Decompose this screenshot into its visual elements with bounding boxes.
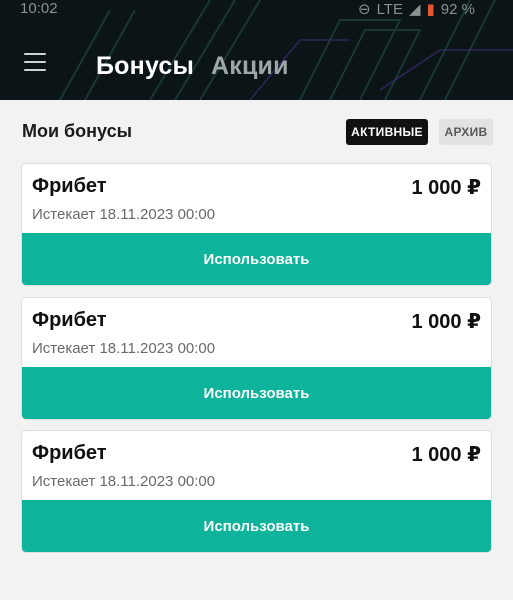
filter-active-button[interactable]: АКТИВНЫЕ [346, 119, 428, 145]
bonus-expiry: Истекает 18.11.2023 00:00 [32, 473, 216, 490]
status-time: 10:02 [20, 0, 58, 17]
dnd-icon: ⊖ [358, 1, 371, 18]
bonus-card: Фрибет 1 000 ₽ Истекает 18.11.2023 00:00… [21, 430, 492, 553]
bonus-amount: 1 000 ₽ [411, 177, 481, 199]
app-header: 10:02 ⊖ LTE ◢ ▮ 92 % Бонусы Акции [0, 0, 513, 100]
bonus-title: Фрибет [32, 175, 107, 197]
hamburger-menu-icon[interactable] [24, 53, 46, 73]
battery-icon: ▮ [426, 1, 435, 18]
battery-level: 92 % [440, 0, 475, 18]
bonus-expiry: Истекает 18.11.2023 00:00 [32, 340, 216, 357]
bonus-card: Фрибет 1 000 ₽ Истекает 18.11.2023 00:00… [21, 163, 492, 286]
section-title: Мои бонусы [22, 121, 132, 141]
status-bar: 10:02 ⊖ LTE ◢ ▮ 92 % [0, 0, 513, 20]
bonus-title: Фрибет [32, 442, 107, 464]
bonus-amount: 1 000 ₽ [411, 444, 481, 466]
bonus-title: Фрибет [32, 309, 107, 331]
bonus-expiry: Истекает 18.11.2023 00:00 [32, 206, 216, 223]
bonus-amount: 1 000 ₽ [411, 311, 481, 333]
use-bonus-button[interactable]: Использовать [22, 500, 491, 552]
filter-archive-button[interactable]: АРХИВ [439, 119, 493, 145]
signal-icon: ◢ [408, 1, 421, 18]
use-bonus-button[interactable]: Использовать [22, 367, 491, 419]
status-indicators: ⊖ LTE ◢ ▮ 92 % [358, 0, 475, 19]
network-label: LTE [376, 0, 403, 18]
tab-bonuses[interactable]: Бонусы [96, 52, 194, 81]
tab-promotions[interactable]: Акции [211, 52, 289, 81]
bonus-card: Фрибет 1 000 ₽ Истекает 18.11.2023 00:00… [21, 297, 492, 420]
use-bonus-button[interactable]: Использовать [22, 233, 491, 285]
